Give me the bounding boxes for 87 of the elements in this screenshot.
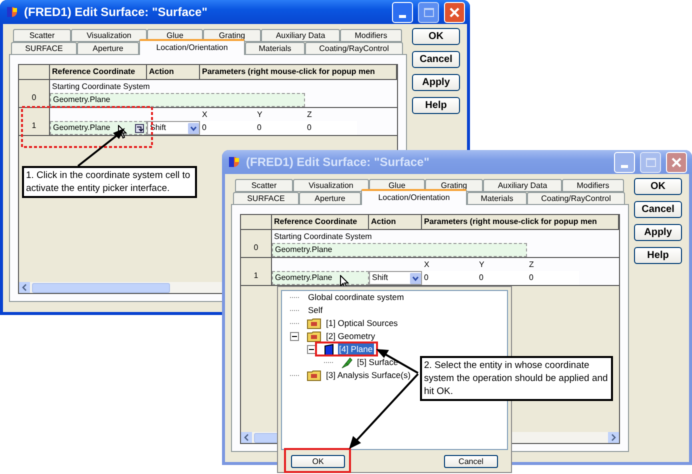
folder-icon bbox=[307, 331, 321, 342]
chevron-left-icon bbox=[22, 284, 27, 291]
tab[interactable]: Location/Orientation bbox=[361, 189, 467, 205]
tab[interactable]: Aperture bbox=[299, 192, 361, 205]
tab[interactable]: Auxiliary Data bbox=[261, 29, 340, 42]
tab[interactable]: Modifiers bbox=[562, 179, 624, 192]
column-header: Parameters (right mouse-click for popup men bbox=[422, 215, 619, 229]
picker-icon[interactable] bbox=[135, 124, 144, 132]
highlight-frame bbox=[315, 342, 378, 356]
dialog-button[interactable]: Help bbox=[412, 97, 460, 114]
tab[interactable]: SURFACE bbox=[11, 42, 77, 55]
chevron-down-icon bbox=[410, 272, 421, 284]
tab[interactable]: SURFACE bbox=[233, 192, 299, 205]
cell-text: Geometry.Plane bbox=[53, 122, 110, 134]
surface-icon bbox=[341, 356, 353, 368]
callout-text: 1. Click in the coordinate system cell to activate the entity picker interface. bbox=[26, 170, 190, 194]
column-label: X bbox=[201, 109, 208, 121]
action-dropdown[interactable]: Shift bbox=[369, 271, 422, 285]
plane-icon bbox=[324, 344, 334, 356]
mouse-pointer-icon bbox=[340, 275, 349, 289]
tab[interactable]: Materials bbox=[467, 192, 527, 205]
scroll-right-button[interactable] bbox=[608, 432, 619, 443]
column-header: Parameters (right mouse-click for popup men bbox=[200, 65, 397, 79]
scroll-left-button[interactable] bbox=[19, 282, 30, 293]
column-label: Y bbox=[478, 259, 486, 271]
reference-cell[interactable]: Geometry.Plane bbox=[50, 121, 147, 135]
callout-text: 2. Select the entity in whose coordinate system the operation should be applied and hit OK. bbox=[424, 360, 608, 397]
dialog-button[interactable]: OK bbox=[634, 178, 682, 195]
maximize-button[interactable] bbox=[418, 2, 439, 22]
window-title: (FRED1) Edit Surface: "Surface" bbox=[24, 4, 208, 21]
folder-icon bbox=[307, 318, 321, 329]
tab[interactable]: Auxiliary Data bbox=[483, 179, 562, 192]
column-header: Action bbox=[147, 65, 200, 79]
folder-icon bbox=[307, 370, 321, 381]
highlight-frame bbox=[284, 448, 351, 473]
tab[interactable]: Visualization bbox=[71, 29, 147, 42]
dialog-button[interactable]: Cancel bbox=[634, 201, 682, 218]
table-cell: Geometry.Plane bbox=[272, 243, 527, 257]
tree-item[interactable]: Global coordinate system bbox=[307, 291, 405, 304]
popup-button[interactable]: OK bbox=[291, 455, 345, 468]
tab[interactable]: Scatter bbox=[235, 179, 293, 192]
tree-item[interactable]: [5] Surface bbox=[356, 356, 400, 369]
table-cell: Geometry.Plane bbox=[50, 93, 305, 107]
chevron-down-icon bbox=[188, 122, 199, 134]
dropdown-value: Shift bbox=[372, 272, 388, 284]
collapse-toggle[interactable] bbox=[290, 332, 299, 341]
tab[interactable]: Coating/RayControl bbox=[305, 42, 403, 55]
close-icon bbox=[449, 6, 460, 18]
scroll-thumb[interactable] bbox=[32, 282, 170, 292]
close-button[interactable] bbox=[666, 152, 687, 172]
tab[interactable]: Visualization bbox=[293, 179, 369, 192]
chevron-right-icon bbox=[611, 434, 616, 441]
tree-item[interactable]: Self bbox=[307, 304, 324, 317]
tree-item[interactable]: [1] Optical Sources bbox=[325, 317, 399, 330]
minimize-button[interactable] bbox=[392, 2, 413, 22]
table-cell-text: Starting Coordinate System bbox=[273, 231, 373, 243]
window-title: (FRED1) Edit Surface: "Surface" bbox=[246, 154, 430, 171]
tree-item[interactable]: [3] Analysis Surface(s) bbox=[325, 369, 412, 382]
column-header: Action bbox=[369, 215, 422, 229]
popup-button[interactable]: Cancel bbox=[444, 455, 498, 468]
column-header: Reference Coordinate bbox=[272, 215, 369, 229]
tab[interactable]: Coating/RayControl bbox=[527, 192, 625, 205]
tab[interactable]: Scatter bbox=[13, 29, 71, 42]
column-label: Z bbox=[528, 259, 535, 271]
tree-item[interactable]: [2] Geometry bbox=[325, 330, 376, 343]
dialog-button[interactable]: Cancel bbox=[412, 51, 460, 68]
column-header: Reference Coordinate bbox=[50, 65, 147, 79]
cell-text: Geometry.Plane bbox=[275, 272, 332, 284]
column-label: Y bbox=[256, 109, 264, 121]
close-icon bbox=[671, 156, 682, 168]
dialog-button[interactable]: Help bbox=[634, 247, 682, 264]
app-icon bbox=[227, 155, 241, 169]
dialog-button[interactable]: Apply bbox=[634, 224, 682, 241]
dialog-button[interactable]: OK bbox=[412, 28, 460, 45]
tab[interactable]: Aperture bbox=[77, 42, 139, 55]
scroll-left-button[interactable] bbox=[241, 432, 252, 443]
column-label: X bbox=[423, 259, 430, 271]
reference-cell[interactable]: Geometry.Plane bbox=[272, 271, 369, 285]
tab[interactable]: Location/Orientation bbox=[139, 39, 245, 55]
close-button[interactable] bbox=[444, 2, 465, 22]
dialog-button[interactable]: Apply bbox=[412, 74, 460, 91]
table-cell-text: Starting Coordinate System bbox=[51, 81, 151, 93]
chevron-left-icon bbox=[244, 434, 249, 441]
tab[interactable]: Materials bbox=[245, 42, 305, 55]
column-label: Z bbox=[306, 109, 313, 121]
app-icon bbox=[5, 5, 19, 19]
tab[interactable]: Modifiers bbox=[340, 29, 402, 42]
